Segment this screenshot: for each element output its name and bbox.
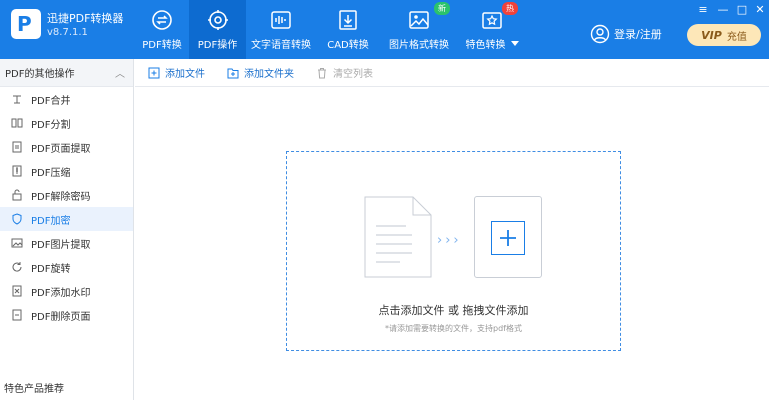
dropzone-hint: *请添加需要转换的文件，支持pdf格式: [385, 324, 522, 333]
app-version: v8.7.1.1: [47, 27, 88, 38]
unlock-icon: [11, 189, 23, 201]
menu-icon[interactable]: ≡: [694, 2, 712, 16]
app-header: P 迅捷PDF转换器 v8.7.1.1 PDF转换 PDF操作 文字语音转换 C…: [0, 0, 769, 59]
image-extract-icon: [11, 237, 23, 249]
document-icon: [364, 196, 432, 278]
minimize-button[interactable]: —: [714, 2, 732, 16]
nav-text-speech[interactable]: 文字语音转换: [246, 0, 316, 59]
arrows-icon: ›››: [437, 233, 462, 248]
nav-pdf-convert[interactable]: PDF转换: [135, 0, 189, 59]
add-file-box[interactable]: [474, 196, 542, 278]
merge-icon: [11, 93, 23, 105]
chevron-up-icon: ︿: [115, 69, 125, 80]
new-badge: 新: [434, 2, 450, 15]
sidebar-item-compress[interactable]: PDF压缩: [0, 159, 133, 183]
add-file-button[interactable]: 添加文件: [148, 65, 205, 80]
refresh-swap-icon: [152, 10, 172, 30]
sidebar-item-rotate[interactable]: PDF旋转: [0, 255, 133, 279]
maximize-button[interactable]: □: [733, 2, 751, 16]
login-register-button[interactable]: 登录/注册: [590, 24, 662, 44]
featured-products-label[interactable]: 特色产品推荐: [4, 380, 64, 395]
user-icon: [590, 24, 610, 44]
sidebar-item-merge[interactable]: PDF合并: [0, 87, 133, 111]
plus-icon: [491, 221, 525, 255]
watermark-icon: [11, 285, 23, 297]
chevron-down-icon: [510, 41, 519, 46]
sidebar-section-header[interactable]: PDF的其他操作 ︿: [0, 59, 133, 87]
app-title: 迅捷PDF转换器: [47, 12, 124, 25]
dropzone-instruction: 点击添加文件 或 拖拽文件添加: [378, 304, 529, 317]
file-dropzone[interactable]: ››› 点击添加文件 或 拖拽文件添加 *请添加需要转换的文件，支持pdf格式: [286, 151, 621, 351]
hot-badge: 热: [502, 2, 518, 15]
sidebar-item-remove-password[interactable]: PDF解除密码: [0, 183, 133, 207]
file-toolbar: 添加文件 添加文件夹 清空列表: [135, 59, 769, 87]
nav-image-format[interactable]: 新 图片格式转换: [380, 0, 458, 59]
sidebar: PDF的其他操作 ︿ PDF合并 PDF分割 PDF页面提取 PDF压缩 PDF…: [0, 59, 134, 400]
clear-list-button[interactable]: 清空列表: [316, 65, 373, 80]
delete-page-icon: [11, 309, 23, 321]
nav-pdf-operations[interactable]: PDF操作: [189, 0, 246, 59]
sidebar-item-delete-page[interactable]: PDF删除页面: [0, 303, 133, 327]
image-icon: [409, 11, 429, 29]
cad-download-icon: [339, 10, 357, 30]
sidebar-item-encrypt[interactable]: PDF加密: [0, 207, 133, 231]
split-icon: [11, 117, 23, 129]
nav-cad-convert[interactable]: CAD转换: [316, 0, 380, 59]
sidebar-item-image-extract[interactable]: PDF图片提取: [0, 231, 133, 255]
sidebar-item-watermark[interactable]: PDF添加水印: [0, 279, 133, 303]
add-file-icon: [148, 67, 160, 78]
sidebar-item-split[interactable]: PDF分割: [0, 111, 133, 135]
compress-icon: [11, 165, 23, 177]
trash-icon: [318, 67, 326, 78]
shield-icon: [11, 213, 23, 225]
page-extract-icon: [11, 141, 23, 153]
star-box-icon: [482, 12, 502, 29]
gear-icon: [207, 10, 228, 30]
vip-recharge-button[interactable]: VIP 充值: [687, 24, 761, 46]
sidebar-item-page-extract[interactable]: PDF页面提取: [0, 135, 133, 159]
app-logo: P: [11, 9, 41, 39]
main-nav: PDF转换 PDF操作 文字语音转换 CAD转换 新 图片格式转换 热 特色转换: [135, 0, 526, 59]
nav-special-convert[interactable]: 热 特色转换: [458, 0, 526, 59]
close-button[interactable]: ✕: [751, 2, 769, 16]
add-folder-button[interactable]: 添加文件夹: [227, 65, 294, 80]
audio-wave-icon: [271, 11, 291, 29]
rotate-icon: [11, 261, 23, 273]
add-folder-icon: [227, 68, 239, 78]
